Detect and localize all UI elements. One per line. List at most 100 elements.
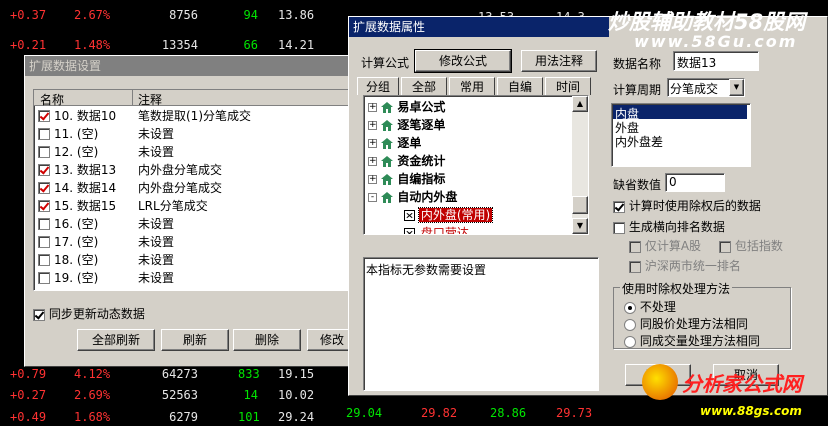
expand-icon[interactable]: + bbox=[368, 121, 377, 130]
rank-checkbox[interactable] bbox=[613, 221, 625, 234]
collapse-icon[interactable]: - bbox=[368, 193, 377, 202]
row-checkbox[interactable] bbox=[38, 110, 50, 122]
sync-checkbox-row[interactable]: 同步更新动态数据 bbox=[33, 305, 145, 322]
row-checkbox[interactable] bbox=[38, 236, 50, 248]
radio-label: 同成交量处理方法相同 bbox=[639, 334, 760, 348]
modify-formula-button[interactable]: 修改公式 bbox=[414, 49, 512, 73]
index-row[interactable]: 包括指数 bbox=[719, 237, 783, 254]
tree-node[interactable]: + 自编指标 bbox=[368, 170, 445, 188]
column-header-note[interactable]: 注释 bbox=[138, 91, 162, 108]
folder-icon bbox=[381, 118, 394, 132]
tab-group[interactable]: 分组 bbox=[357, 77, 399, 95]
tree-leaf-label: 盘口营达 bbox=[420, 226, 469, 235]
window-title[interactable]: 扩展数据属性 bbox=[349, 17, 609, 37]
data-list[interactable]: 名称 注释 10. 数据10 笔数提取(1)分笔成交 11. (空) 未设置 12. (… bbox=[33, 89, 353, 291]
tab-time[interactable]: 时间 bbox=[545, 77, 591, 95]
quote-cell: 64273 bbox=[161, 367, 198, 381]
data-name-value: 数据13 bbox=[677, 56, 717, 70]
data-name-label: 数据名称 bbox=[613, 57, 662, 71]
expand-icon[interactable]: + bbox=[368, 139, 377, 148]
formula-icon bbox=[404, 228, 415, 234]
row-checkbox[interactable] bbox=[38, 182, 50, 194]
list-item[interactable]: 14. 数据14 内外盘分笔成交 bbox=[34, 179, 352, 197]
a-only-label: 仅计算A股 bbox=[644, 239, 702, 253]
radio-no-process[interactable] bbox=[624, 301, 636, 314]
tree-node[interactable]: + 逐单 bbox=[368, 134, 421, 152]
tree-scrollbar[interactable]: ▲ ▼ bbox=[572, 96, 588, 234]
list-item[interactable]: 15. 数据15 LRL分笔成交 bbox=[34, 197, 352, 215]
list-item[interactable]: 12. (空) 未设置 bbox=[34, 143, 352, 161]
tree-leaf[interactable]: 盘口营达 bbox=[404, 224, 471, 235]
a-only-checkbox[interactable] bbox=[629, 240, 641, 253]
output-lines-list[interactable]: 内盘 外盘 内外盘差 bbox=[611, 103, 751, 167]
scroll-thumb[interactable] bbox=[572, 196, 588, 214]
expand-icon[interactable]: + bbox=[368, 103, 377, 112]
formula-tree[interactable]: + 易卓公式 + 逐笔逐单 + 逐单 + 资金统计 + 自编指标 - 自动内外盘 内外盘(… bbox=[363, 95, 589, 235]
data-name-field[interactable]: 数据13 bbox=[673, 51, 759, 71]
row-checkbox[interactable] bbox=[38, 200, 50, 212]
list-item[interactable]: 16. (空) 未设置 bbox=[34, 215, 352, 233]
list-item[interactable]: 19. (空) 未设置 bbox=[34, 269, 352, 287]
usage-note-button[interactable]: 用法注释 bbox=[521, 50, 597, 72]
list-item[interactable]: 18. (空) 未设置 bbox=[34, 251, 352, 269]
row-note: 内外盘分笔成交 bbox=[138, 181, 223, 195]
ext-data-settings-window[interactable]: 扩展数据设置 名称 注释 10. 数据10 笔数提取(1)分笔成交 11. (空) 未… bbox=[24, 55, 357, 367]
rank-row[interactable]: 生成横向排名数据 bbox=[613, 218, 725, 235]
quote-cell: 29.24 bbox=[278, 410, 315, 424]
a-only-row[interactable]: 仅计算A股 bbox=[629, 237, 701, 254]
scroll-up-icon[interactable]: ▲ bbox=[572, 96, 588, 112]
column-header-name[interactable]: 名称 bbox=[40, 91, 64, 108]
row-checkbox[interactable] bbox=[38, 164, 50, 176]
row-checkbox[interactable] bbox=[38, 272, 50, 284]
scroll-down-icon[interactable]: ▼ bbox=[572, 218, 588, 234]
tab-common[interactable]: 常用 bbox=[449, 77, 495, 95]
default-value-field[interactable]: 0 bbox=[665, 173, 725, 192]
list-item[interactable]: 10. 数据10 笔数提取(1)分笔成交 bbox=[34, 107, 352, 125]
tab-all[interactable]: 全部 bbox=[401, 77, 447, 95]
tree-node[interactable]: + 易卓公式 bbox=[368, 98, 445, 116]
index-label: 包括指数 bbox=[734, 239, 783, 253]
row-checkbox[interactable] bbox=[38, 254, 50, 266]
market-rank-row[interactable]: 沪深两市统一排名 bbox=[629, 257, 741, 274]
radio-row[interactable]: 同股价处理方法相同 bbox=[624, 315, 748, 332]
sync-checkbox[interactable] bbox=[33, 308, 45, 321]
refresh-button[interactable]: 刷新 bbox=[161, 329, 229, 351]
list-item[interactable]: 11. (空) 未设置 bbox=[34, 125, 352, 143]
period-select[interactable]: 分笔成交 ▼ bbox=[667, 78, 745, 97]
list-item[interactable]: 17. (空) 未设置 bbox=[34, 233, 352, 251]
row-checkbox[interactable] bbox=[38, 128, 50, 140]
expand-icon[interactable]: + bbox=[368, 157, 377, 166]
delete-button[interactable]: 删除 bbox=[233, 329, 301, 351]
market-rank-checkbox[interactable] bbox=[629, 260, 641, 273]
column-divider[interactable] bbox=[132, 90, 133, 106]
expand-icon[interactable]: + bbox=[368, 175, 377, 184]
row-note: 笔数提取(1)分笔成交 bbox=[138, 109, 251, 123]
chevron-down-icon[interactable]: ▼ bbox=[729, 79, 744, 96]
tree-node[interactable]: + 逐笔逐单 bbox=[368, 116, 445, 134]
folder-icon bbox=[381, 172, 394, 186]
row-note: 未设置 bbox=[138, 271, 175, 285]
row-checkbox[interactable] bbox=[38, 218, 50, 230]
quote-cell: +0.49 bbox=[10, 410, 47, 424]
tree-node[interactable]: + 资金统计 bbox=[368, 152, 445, 170]
radio-row[interactable]: 同成交量处理方法相同 bbox=[624, 332, 760, 349]
tree-node-label: 自编指标 bbox=[397, 172, 446, 186]
use-rights-row[interactable]: 计算时使用除权后的数据 bbox=[613, 197, 761, 214]
tab-custom[interactable]: 自编 bbox=[497, 77, 543, 95]
radio-volume[interactable] bbox=[624, 335, 636, 348]
watermark-top-url: www.58Gu.com bbox=[634, 32, 798, 51]
row-checkbox[interactable] bbox=[38, 146, 50, 158]
quote-cell: 833 bbox=[238, 367, 260, 381]
ext-data-properties-window[interactable]: 扩展数据属性 计算公式 修改公式 用法注释 分组 全部 常用 自编 时间 + 易… bbox=[348, 16, 828, 396]
row-note: 未设置 bbox=[138, 217, 175, 231]
index-checkbox[interactable] bbox=[719, 240, 731, 253]
window-title[interactable]: 扩展数据设置 bbox=[25, 56, 353, 76]
use-rights-checkbox[interactable] bbox=[613, 200, 625, 213]
radio-row[interactable]: 不处理 bbox=[624, 298, 676, 315]
line-item[interactable]: 内外盘差 bbox=[615, 133, 663, 150]
tree-node[interactable]: - 自动内外盘 bbox=[368, 188, 457, 206]
refresh-all-button[interactable]: 全部刷新 bbox=[77, 329, 155, 351]
radio-price[interactable] bbox=[624, 318, 636, 331]
list-item[interactable]: 13. 数据13 内外盘分笔成交 bbox=[34, 161, 352, 179]
tree-leaf[interactable]: 内外盘(常用) bbox=[404, 206, 494, 224]
